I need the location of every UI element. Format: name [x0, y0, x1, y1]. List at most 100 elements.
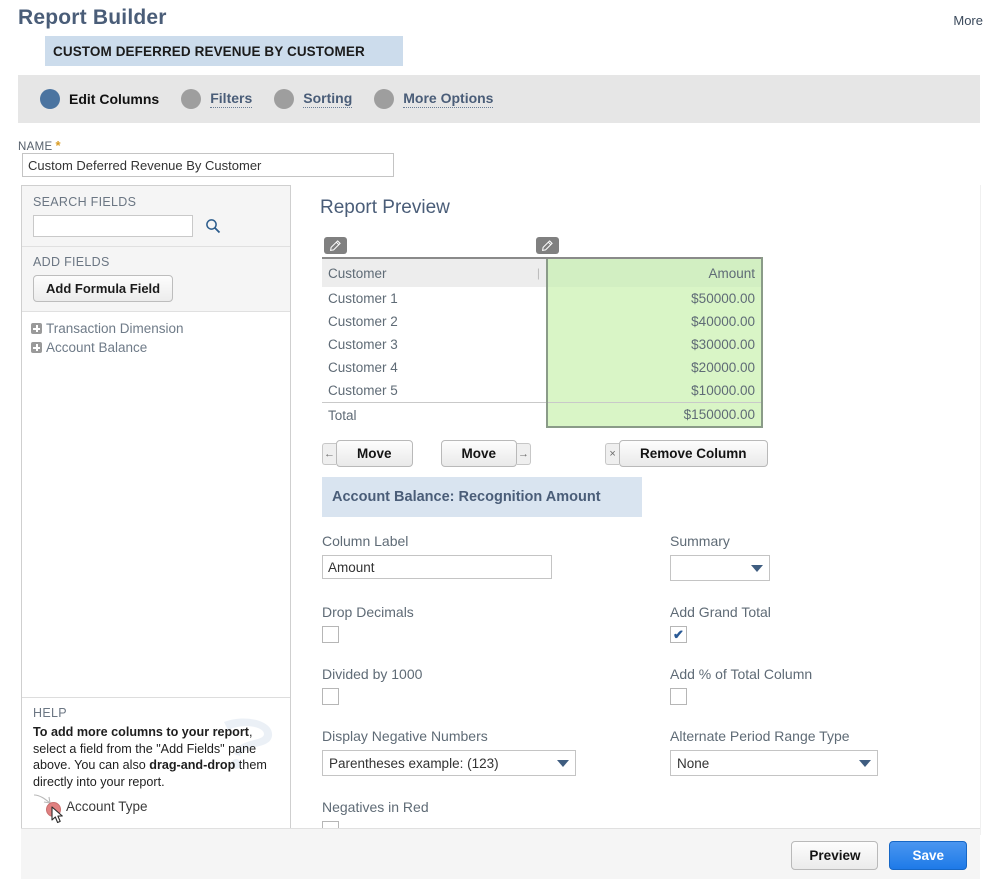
drop-decimals-label: Drop Decimals [322, 604, 414, 620]
column-header-amount-label: Amount [708, 265, 755, 281]
expand-plus-icon[interactable] [31, 342, 42, 353]
table-row: Customer 4 $20000.00 [322, 356, 763, 379]
divided-by-1000-checkbox[interactable] [322, 688, 339, 705]
tab-filters-label: Filters [210, 90, 253, 108]
move-right-button[interactable]: Move [440, 440, 518, 467]
table-row: Customer 1 $50000.00 [322, 287, 763, 310]
divided-by-1000-label: Divided by 1000 [322, 666, 423, 682]
tab-status-dot-icon [181, 89, 202, 109]
table-row: Customer 2 $40000.00 [322, 310, 763, 333]
mouse-cursor-icon [51, 806, 63, 824]
move-left-arrow-icon[interactable]: ← [322, 442, 336, 465]
required-marker: * [55, 138, 61, 153]
checkmark-icon: ✔ [673, 627, 684, 642]
display-negative-select[interactable]: Parentheses example: (123) [322, 750, 576, 776]
footer-bar: Preview Save [21, 828, 980, 879]
move-left-group: ← Move [322, 440, 413, 467]
cell-total-amount: $150000.00 [546, 402, 763, 428]
column-edit-icon-row [322, 237, 762, 255]
tab-edit-columns[interactable]: Edit Columns [40, 89, 159, 109]
column-label-input[interactable] [322, 555, 552, 579]
drop-decimals-checkbox[interactable] [322, 626, 339, 643]
display-negative-select-value: Parentheses example: (123) [329, 755, 499, 771]
report-preview-heading: Report Preview [320, 197, 450, 218]
alternate-period-select[interactable]: None [670, 750, 878, 776]
more-link[interactable]: More [953, 13, 983, 28]
tab-more-options[interactable]: More Options [374, 89, 494, 109]
help-strong-1: To add more columns to your report [33, 725, 249, 739]
tab-status-dot-icon [274, 89, 295, 109]
alternate-period-select-value: None [677, 755, 710, 771]
field-alternate-period-range-type: Alternate Period Range Type None [670, 728, 942, 776]
report-name-input[interactable] [22, 153, 394, 177]
add-fields-label: ADD FIELDS [33, 255, 110, 269]
column-resize-handle[interactable]: | [537, 266, 540, 280]
add-formula-field-button[interactable]: Add Formula Field [33, 275, 174, 302]
cell-total-label: Total [322, 402, 547, 427]
field-column-label: Column Label [322, 533, 670, 581]
add-grand-total-label: Add Grand Total [670, 604, 771, 620]
remove-column-button[interactable]: Remove Column [619, 440, 768, 467]
column-header-customer-label: Customer [328, 265, 387, 281]
tab-filters[interactable]: Filters [181, 89, 253, 109]
expand-plus-icon[interactable] [31, 323, 42, 334]
column-header-customer[interactable]: Customer | [322, 257, 547, 287]
wizard-tab-bar: Edit Columns Filters Sorting More Option… [18, 75, 980, 123]
cell-amount: $30000.00 [546, 333, 763, 356]
name-label-text: NAME [18, 141, 53, 153]
save-button[interactable]: Save [889, 841, 967, 870]
column-label-label: Column Label [322, 533, 409, 549]
tab-edit-columns-label: Edit Columns [69, 90, 160, 107]
negatives-in-red-label: Negatives in Red [322, 799, 429, 815]
add-pct-of-total-checkbox[interactable] [670, 688, 687, 705]
cell-customer: Customer 2 [322, 310, 547, 333]
search-fields-label: SEARCH FIELDS [33, 195, 137, 209]
tab-more-options-label: More Options [403, 90, 494, 108]
tree-item-transaction-dimension[interactable]: Transaction Dimension [31, 321, 290, 336]
column-header-amount[interactable]: Amount [546, 257, 763, 287]
content-right-divider [980, 185, 981, 835]
settings-row: Drop Decimals Add Grand Total ✔ [322, 604, 942, 643]
field-add-pct-of-total: Add % of Total Column [670, 666, 942, 705]
edit-column-customer-button[interactable] [324, 237, 347, 254]
help-block: HELP To add more columns to your report,… [22, 697, 290, 834]
preview-button[interactable]: Preview [791, 841, 879, 870]
search-icon[interactable] [205, 218, 221, 234]
summary-select[interactable] [670, 555, 770, 581]
tree-item-label: Transaction Dimension [46, 321, 184, 336]
column-settings-title-text: Account Balance: Recognition Amount [332, 489, 601, 505]
move-right-group: Move → [440, 440, 532, 467]
cell-customer: Customer 3 [322, 333, 547, 356]
tab-sorting[interactable]: Sorting [274, 89, 353, 109]
help-strong-2: drag-and-drop [149, 758, 236, 772]
column-settings-title: Account Balance: Recognition Amount [322, 477, 642, 517]
settings-row: Divided by 1000 Add % of Total Column [322, 666, 942, 705]
drag-demo-label: Account Type [66, 799, 148, 814]
table-row: Customer 5 $10000.00 [322, 379, 763, 403]
add-grand-total-checkbox[interactable]: ✔ [670, 626, 687, 643]
tab-status-dot-icon [40, 89, 60, 109]
add-fields-section: ADD FIELDS Add Formula Field [22, 247, 290, 312]
edit-column-amount-button[interactable] [536, 237, 559, 254]
report-name-banner: CUSTOM DEFERRED REVENUE BY CUSTOMER [45, 36, 403, 66]
cell-amount: $10000.00 [546, 379, 763, 403]
display-negative-label: Display Negative Numbers [322, 728, 488, 744]
report-name-banner-text: CUSTOM DEFERRED REVENUE BY CUSTOMER [53, 43, 365, 59]
field-display-negative-numbers: Display Negative Numbers Parentheses exa… [322, 728, 670, 776]
move-right-arrow-icon[interactable]: → [517, 442, 532, 465]
search-input[interactable] [33, 215, 193, 237]
tree-item-account-balance[interactable]: Account Balance [31, 340, 290, 355]
table-row: Customer 3 $30000.00 [322, 333, 763, 356]
table-header-row: Customer | Amount [322, 257, 763, 287]
move-left-button[interactable]: Move [336, 440, 413, 467]
settings-row: Column Label Summary [322, 533, 942, 581]
close-icon[interactable]: × [605, 442, 620, 465]
pencil-icon [542, 240, 553, 251]
add-pct-of-total-label: Add % of Total Column [670, 666, 813, 682]
cell-customer: Customer 1 [322, 287, 547, 310]
report-preview-table: Customer | Amount Customer 1 $50000.00 C… [322, 257, 763, 428]
main-content: Report Preview Customer | Amount Custome… [292, 185, 980, 838]
search-fields-section: SEARCH FIELDS [22, 186, 290, 247]
cell-customer: Customer 5 [322, 379, 547, 403]
table-total-row: Total $150000.00 [322, 402, 763, 428]
